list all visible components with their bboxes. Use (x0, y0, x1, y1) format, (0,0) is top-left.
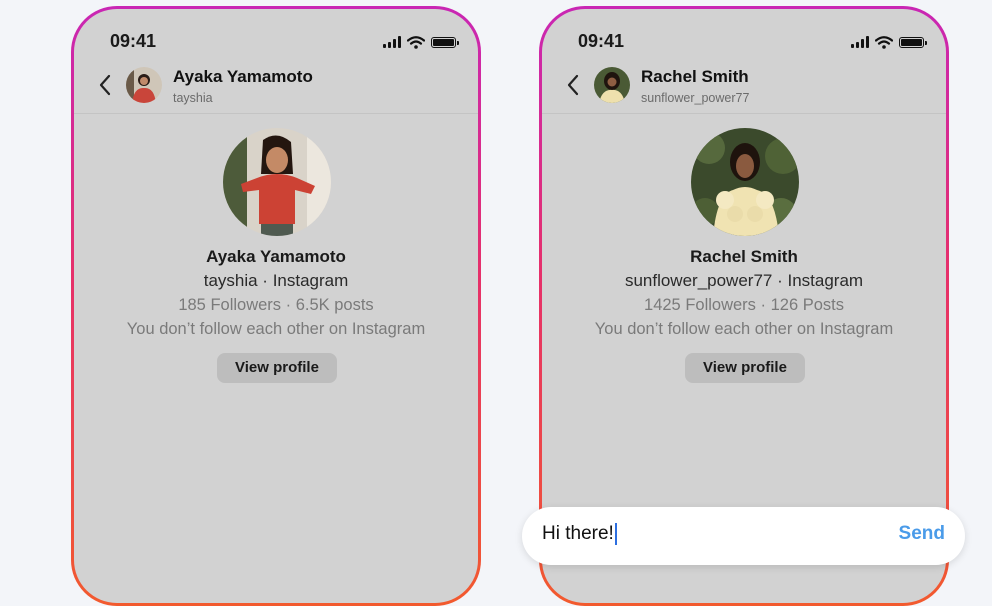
message-composer: Hi there! Send (522, 507, 965, 565)
phone-frame-left: 09:41 Ayaka Yamamoto tayshia Ayaka Yamam… (71, 6, 481, 606)
message-input[interactable]: Hi there! (542, 523, 617, 545)
wifi-icon (875, 35, 893, 49)
profile-name: Ayaka Yamamoto (206, 247, 346, 266)
chat-header: Ayaka Yamamoto tayshia (74, 61, 478, 114)
profile-handle: tayshia · Instagram (203, 271, 349, 290)
header-name: Ayaka Yamamoto (173, 67, 313, 86)
header-username: sunflower_power77 (641, 91, 750, 105)
header-avatar[interactable] (126, 67, 162, 103)
profile-name: Rachel Smith (690, 247, 798, 266)
text-caret (614, 523, 617, 545)
chevron-left-icon[interactable] (564, 73, 582, 97)
message-text: Hi there! (542, 523, 614, 544)
profile-avatar[interactable] (223, 128, 331, 236)
view-profile-button[interactable]: View profile (217, 353, 337, 383)
header-name: Rachel Smith (641, 67, 749, 86)
cellular-signal-icon (851, 36, 869, 48)
battery-icon (431, 36, 459, 48)
view-profile-button[interactable]: View profile (685, 353, 805, 383)
follow-status-note: You don’t follow each other on Instagram (594, 320, 894, 338)
cellular-signal-icon (383, 36, 401, 48)
follow-status-note: You don’t follow each other on Instagram (126, 320, 426, 338)
wifi-icon (407, 35, 425, 49)
profile-handle: sunflower_power77 · Instagram (624, 271, 864, 290)
header-username: tayshia (173, 91, 213, 105)
status-bar: 09:41 (74, 31, 478, 55)
send-button[interactable]: Send (899, 523, 945, 545)
profile-stats: 1425 Followers · 126 Posts (644, 296, 844, 314)
header-avatar[interactable] (594, 67, 630, 103)
battery-icon (899, 36, 927, 48)
profile-avatar[interactable] (691, 128, 799, 236)
chat-header: Rachel Smith sunflower_power77 (542, 61, 946, 114)
status-time: 09:41 (110, 31, 157, 51)
chevron-left-icon[interactable] (96, 73, 114, 97)
status-bar: 09:41 (542, 31, 946, 55)
profile-stats: 185 Followers · 6.5K posts (178, 296, 374, 314)
chat-screen: 09:41 (74, 9, 478, 603)
status-time: 09:41 (578, 31, 625, 51)
